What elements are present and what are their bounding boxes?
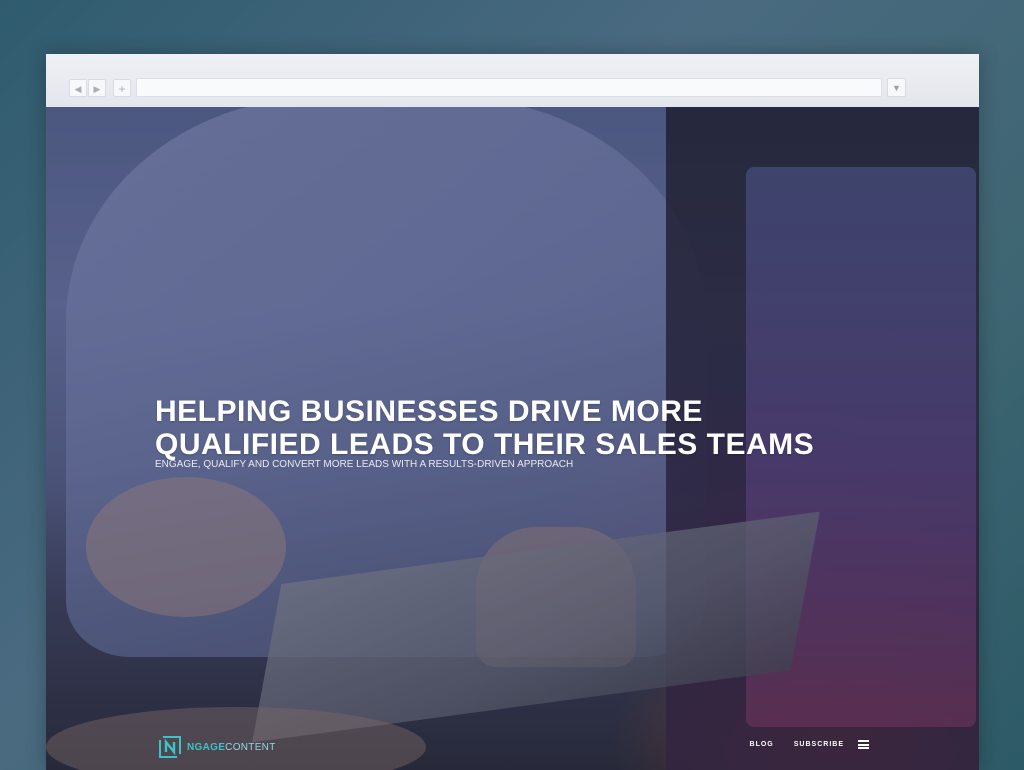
hamburger-line — [858, 747, 869, 749]
hero-subheadline: ENGAGE, QUALIFY AND CONVERT MORE LEADS W… — [155, 459, 574, 470]
logo-text-bold: NGAGE — [187, 741, 226, 753]
site-nav-links: BLOG SUBSCRIBE — [730, 740, 869, 749]
browser-window: ◀ ▶ + ▼ HELPING BUSINESSES DRIVE MORE QU… — [46, 54, 979, 770]
new-tab-button[interactable]: + — [113, 79, 131, 97]
forward-button[interactable]: ▶ — [88, 79, 106, 97]
hamburger-line — [858, 740, 869, 742]
hamburger-line — [858, 743, 869, 746]
browser-toolbar: ◀ ▶ + ▼ — [46, 54, 979, 108]
site-logo[interactable]: NGAGECONTENT — [157, 734, 276, 760]
nav-link-subscribe[interactable]: SUBSCRIBE — [794, 741, 844, 748]
nav-link-blog[interactable]: BLOG — [750, 741, 774, 748]
logo-text-light: CONTENT — [225, 741, 276, 753]
hamburger-icon[interactable] — [858, 740, 869, 749]
hero-headline: HELPING BUSINESSES DRIVE MORE QUALIFIED … — [155, 395, 915, 461]
forward-arrow-icon: ▶ — [93, 84, 101, 94]
site-nav-bar: NGAGECONTENT BLOG SUBSCRIBE — [46, 727, 979, 770]
browser-menu-button[interactable]: ▼ — [887, 78, 906, 97]
dropdown-arrow-icon: ▼ — [892, 83, 901, 93]
logo-text: NGAGECONTENT — [187, 742, 276, 753]
back-arrow-icon: ◀ — [74, 84, 82, 94]
desktop-background: ◀ ▶ + ▼ HELPING BUSINESSES DRIVE MORE QU… — [0, 0, 1024, 770]
back-button[interactable]: ◀ — [69, 79, 87, 97]
hero-section: HELPING BUSINESSES DRIVE MORE QUALIFIED … — [46, 107, 979, 770]
address-bar[interactable] — [136, 78, 882, 97]
hero-headline-line-2: QUALIFIED LEADS TO THEIR SALES TEAMS — [155, 428, 815, 461]
plus-icon: + — [118, 82, 126, 96]
hero-headline-line-1: HELPING BUSINESSES DRIVE MORE — [155, 395, 703, 428]
ngage-logo-icon — [159, 736, 181, 758]
